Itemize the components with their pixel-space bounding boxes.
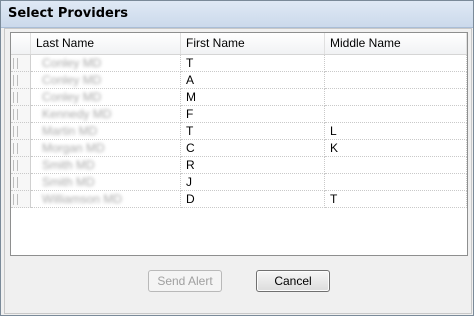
last-name-cell[interactable]: Williamson MD <box>31 191 181 208</box>
first-name-cell[interactable]: C <box>181 140 325 157</box>
row-selector[interactable] <box>11 157 31 174</box>
grid-body: Conley MD T Conley MD A Conley MD M Kennedy MD… <box>11 55 467 208</box>
first-name-cell[interactable]: R <box>181 157 325 174</box>
grid-header: Last Name First Name Middle Name <box>11 33 467 55</box>
send-alert-button[interactable]: Send Alert <box>148 270 222 292</box>
row-selector-icon <box>13 143 18 154</box>
last-name-cell[interactable]: Smith MD <box>31 174 181 191</box>
last-name-value: Williamson MD <box>42 192 123 206</box>
middle-name-cell[interactable] <box>325 174 467 191</box>
first-name-cell[interactable]: M <box>181 89 325 106</box>
providers-grid[interactable]: Last Name First Name Middle Name Conley … <box>10 32 468 256</box>
last-name-value: Kennedy MD <box>42 107 112 121</box>
first-name-cell[interactable]: A <box>181 72 325 89</box>
last-name-value: Smith MD <box>42 158 95 172</box>
last-name-value: Conley MD <box>42 73 102 87</box>
first-name-cell[interactable]: J <box>181 174 325 191</box>
last-name-cell[interactable]: Conley MD <box>31 72 181 89</box>
last-name-cell[interactable]: Conley MD <box>31 55 181 72</box>
last-name-cell[interactable]: Morgan MD <box>31 140 181 157</box>
column-header-last-name[interactable]: Last Name <box>31 33 181 54</box>
row-selector-icon <box>13 109 18 120</box>
window-title: Select Providers <box>8 6 128 21</box>
last-name-cell[interactable]: Conley MD <box>31 89 181 106</box>
first-name-cell[interactable]: D <box>181 191 325 208</box>
middle-name-cell[interactable] <box>325 89 467 106</box>
first-name-cell[interactable]: T <box>181 55 325 72</box>
middle-name-cell[interactable] <box>325 106 467 123</box>
middle-name-cell[interactable]: T <box>325 191 467 208</box>
middle-name-cell[interactable] <box>325 55 467 72</box>
row-selector-icon <box>13 160 18 171</box>
table-row[interactable]: Martin MD T L <box>11 123 467 140</box>
table-row[interactable]: Williamson MD D T <box>11 191 467 208</box>
row-selector-icon <box>13 194 18 205</box>
column-header-middle-name[interactable]: Middle Name <box>325 33 467 54</box>
table-row[interactable]: Conley MD A <box>11 72 467 89</box>
row-selector[interactable] <box>11 72 31 89</box>
dialog-content: Last Name First Name Middle Name Conley … <box>4 28 472 314</box>
title-bar[interactable]: Select Providers <box>1 1 473 28</box>
table-row[interactable]: Conley MD M <box>11 89 467 106</box>
row-selector-icon <box>13 177 18 188</box>
last-name-value: Conley MD <box>42 90 102 104</box>
last-name-value: Morgan MD <box>42 141 105 155</box>
cancel-button[interactable]: Cancel <box>256 270 330 292</box>
row-selector-icon <box>13 75 18 86</box>
last-name-cell[interactable]: Kennedy MD <box>31 106 181 123</box>
row-selector-icon <box>13 92 18 103</box>
middle-name-cell[interactable] <box>325 157 467 174</box>
middle-name-cell[interactable] <box>325 72 467 89</box>
row-selector-icon <box>13 58 18 69</box>
row-selector-header <box>11 33 31 54</box>
table-row[interactable]: Kennedy MD F <box>11 106 467 123</box>
table-row[interactable]: Smith MD R <box>11 157 467 174</box>
column-header-first-name[interactable]: First Name <box>181 33 325 54</box>
table-row[interactable]: Morgan MD C K <box>11 140 467 157</box>
row-selector[interactable] <box>11 106 31 123</box>
last-name-value: Martin MD <box>42 124 98 138</box>
row-selector[interactable] <box>11 140 31 157</box>
select-providers-dialog: Select Providers Last Name First Name Mi… <box>0 0 474 316</box>
table-row[interactable]: Conley MD T <box>11 55 467 72</box>
row-selector[interactable] <box>11 191 31 208</box>
row-selector[interactable] <box>11 55 31 72</box>
row-selector[interactable] <box>11 89 31 106</box>
last-name-cell[interactable]: Smith MD <box>31 157 181 174</box>
first-name-cell[interactable]: T <box>181 123 325 140</box>
first-name-cell[interactable]: F <box>181 106 325 123</box>
row-selector[interactable] <box>11 174 31 191</box>
last-name-value: Conley MD <box>42 56 102 70</box>
table-row[interactable]: Smith MD J <box>11 174 467 191</box>
last-name-value: Smith MD <box>42 175 95 189</box>
row-selector-icon <box>13 126 18 137</box>
middle-name-cell[interactable]: K <box>325 140 467 157</box>
row-selector[interactable] <box>11 123 31 140</box>
middle-name-cell[interactable]: L <box>325 123 467 140</box>
last-name-cell[interactable]: Martin MD <box>31 123 181 140</box>
